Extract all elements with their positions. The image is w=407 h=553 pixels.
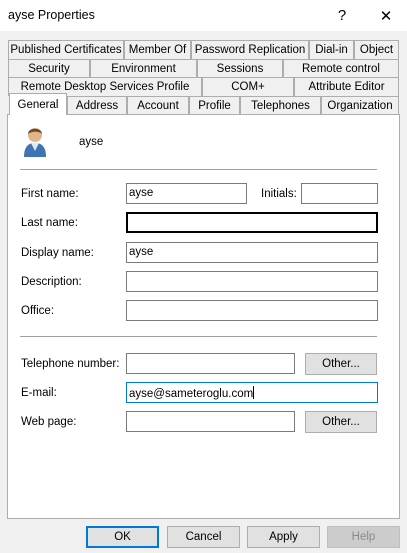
help-button[interactable]: Help [327,526,400,548]
ok-button[interactable]: OK [86,526,159,548]
tab-environment[interactable]: Environment [90,59,197,78]
office-field[interactable] [126,300,378,321]
webpage-other-button[interactable]: Other... [305,411,377,433]
tab-address[interactable]: Address [67,96,127,115]
tab-security[interactable]: Security [8,59,90,78]
tab-organization[interactable]: Organization [321,96,399,115]
text-caret [253,386,255,399]
tab-profile[interactable]: Profile [189,96,240,115]
tab-object[interactable]: Object [354,40,399,59]
tab-sessions[interactable]: Sessions [197,59,283,78]
email-value: ayse@sameteroglu.com [129,388,254,400]
tab-telephones[interactable]: Telephones [240,96,321,115]
window-title: ayse Properties [8,8,95,22]
tab-general[interactable]: General [9,93,67,115]
telephone-other-button[interactable]: Other... [305,353,377,375]
apply-button[interactable]: Apply [247,526,320,548]
first-name-field[interactable]: ayse [126,183,247,204]
last-name-field[interactable] [126,212,378,233]
user-icon [22,124,48,158]
description-field[interactable] [126,271,378,292]
cancel-button[interactable]: Cancel [167,526,240,548]
close-icon[interactable]: ✕ [369,0,403,31]
tab-com-plus[interactable]: COM+ [202,77,294,96]
webpage-field[interactable] [126,411,295,432]
tab-member-of[interactable]: Member Of [124,40,191,59]
help-icon[interactable]: ? [325,0,359,31]
display-name-field[interactable]: ayse [126,242,378,263]
tab-remote-control[interactable]: Remote control [283,59,399,78]
tab-dial-in[interactable]: Dial-in [309,40,354,59]
tab-account[interactable]: Account [127,96,189,115]
initials-field[interactable] [301,183,378,204]
tab-published-certificates[interactable]: Published Certificates [8,40,124,59]
email-field[interactable]: ayse@sameteroglu.com [126,382,378,403]
tab-attribute-editor[interactable]: Attribute Editor [294,77,399,96]
telephone-field[interactable] [126,353,295,374]
tab-password-replication[interactable]: Password Replication [191,40,309,59]
